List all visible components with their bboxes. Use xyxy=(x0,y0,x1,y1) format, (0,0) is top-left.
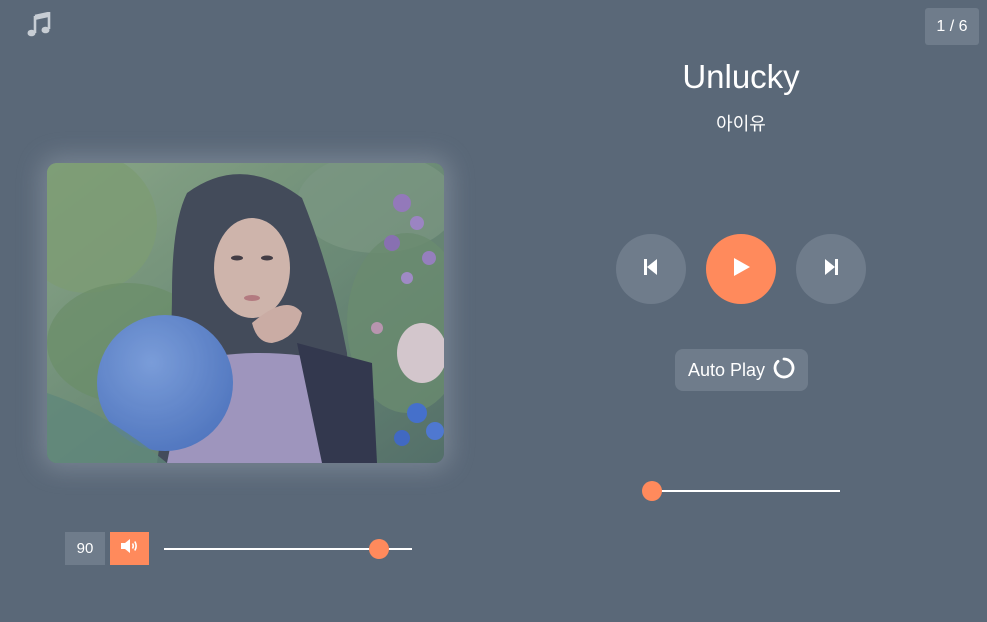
volume-slider[interactable] xyxy=(164,538,412,560)
progress-thumb[interactable] xyxy=(642,481,662,501)
speaker-volume-icon xyxy=(120,539,139,558)
album-cover-image xyxy=(47,163,444,463)
progress-track xyxy=(652,490,840,492)
volume-value: 90 xyxy=(65,532,105,565)
skip-previous-icon xyxy=(644,258,658,280)
circle-loop-icon xyxy=(773,357,795,384)
autoplay-button[interactable]: Auto Play xyxy=(675,349,808,391)
mute-button[interactable] xyxy=(110,532,149,565)
track-counter: 1 / 6 xyxy=(925,8,979,45)
play-icon xyxy=(732,257,750,281)
skip-next-icon xyxy=(824,258,838,280)
next-track-button[interactable] xyxy=(796,234,866,304)
previous-track-button[interactable] xyxy=(616,234,686,304)
song-title: Unlucky xyxy=(682,58,800,95)
music-note-icon xyxy=(26,11,52,38)
progress-slider[interactable] xyxy=(642,480,842,502)
volume-thumb[interactable] xyxy=(369,539,390,559)
artist-name: 아이유 xyxy=(716,114,766,134)
autoplay-label: Auto Play xyxy=(687,359,766,380)
music-player: 1 / 6 Unlucky 아이유 Auto Play 90 xyxy=(0,0,987,622)
play-button[interactable] xyxy=(706,234,776,304)
